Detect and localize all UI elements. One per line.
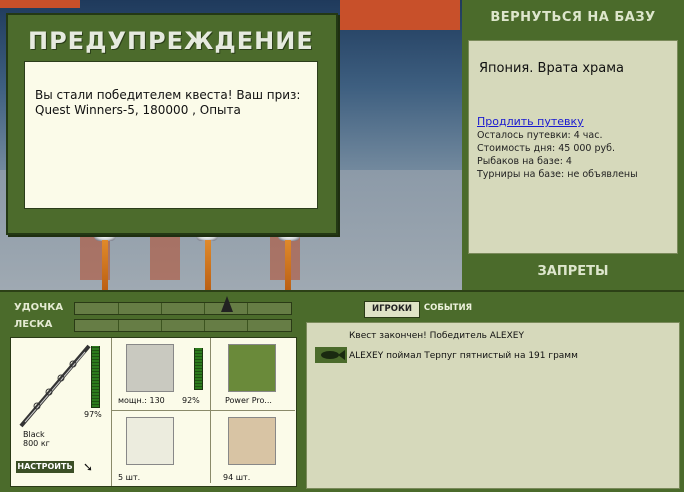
warning-title: ПРЕДУПРЕЖДЕНИЕ [28,27,314,55]
fishing-float[interactable] [102,240,108,290]
warning-message: Вы стали победителем квеста! Ваш приз: Q… [24,61,318,209]
reel-power: мощн.: 130 [118,396,165,405]
float-slot[interactable]: 5 шт. [112,411,211,483]
tab-players[interactable]: ИГРОКИ [364,301,420,318]
stat-day-cost: Стоимость дня: 45 000 руб. [477,143,616,154]
float-count: 5 шт. [118,473,141,482]
return-to-base-button[interactable]: ВЕРНУТЬСЯ НА БАЗУ [462,10,684,25]
torii-beam-left [0,0,80,8]
stat-anglers: Рыбаков на базе: 4 [477,156,572,167]
fishing-line-icon [228,344,276,392]
events-panel: ИГРОКИ СОБЫТИЯ Квест закончен! Победител… [300,290,684,492]
reel-percent: 92% [182,396,200,405]
shrimp-bait-icon [228,417,276,465]
tab-events[interactable]: СОБЫТИЯ [422,301,474,316]
base-stats: Осталось путевки: 4 час. Стоимость дня: … [477,129,615,168]
float-icon [126,417,174,465]
reel-icon [126,344,174,392]
rod-weight: 800 кг [23,439,50,448]
line-name: Power Pro... [225,396,272,405]
base-info: Япония. Врата храма Продлить путевку Ост… [468,40,678,254]
rod-durability-gauge [91,346,100,408]
warning-dialog: ПРЕДУПРЕЖДЕНИЕ Вы стали победителем квес… [6,13,338,235]
bait-slot[interactable]: 94 шт. [211,411,295,483]
rod-slot[interactable]: 97% Black 800 кг НАСТРОИТЬ ➘ [11,338,112,486]
event-log: Квест закончен! Победитель ALEXEY ALEXEY… [306,322,680,489]
gear-box: 97% Black 800 кг НАСТРОИТЬ ➘ мощн.: 130 … [10,337,297,487]
tune-button[interactable]: НАСТРОИТЬ [16,461,74,473]
line-meter-label: ЛЕСКА [14,319,53,330]
fishing-float[interactable] [285,240,291,290]
rod-icon [19,344,91,428]
rod-meter-label: УДОЧКА [14,302,64,313]
extend-trip-link[interactable]: Продлить путевку [477,115,584,128]
stat-remaining: Осталось путевки: 4 час. [477,130,603,141]
reel-durability-gauge [194,348,203,390]
fish-icon [315,347,347,363]
rod-percent: 97% [84,410,102,419]
tension-needle-icon [221,296,233,312]
bans-button[interactable]: ЗАПРЕТЫ [462,264,684,279]
log-line: Квест закончен! Победитель ALEXEY [349,331,524,341]
base-panel: ВЕРНУТЬСЯ НА БАЗУ Япония. Врата храма Пр… [462,0,684,290]
location-title: Япония. Врата храма [479,61,625,76]
line-tension-meter [74,319,292,332]
line-slot[interactable]: Power Pro... [211,338,295,411]
log-line: ALEXEY поймал Терпуг пятнистый на 191 гр… [349,351,578,361]
rod-name: Black [23,430,45,439]
torii-right [340,0,460,30]
bait-count: 94 шт. [223,473,251,482]
fishing-float[interactable] [205,240,211,290]
arrow-icon[interactable]: ➘ [83,460,93,474]
tournaments-text: Турниры на базе: не объявлены [477,169,638,180]
reel-slot[interactable]: мощн.: 130 92% [112,338,211,411]
rod-tension-meter [74,302,292,315]
